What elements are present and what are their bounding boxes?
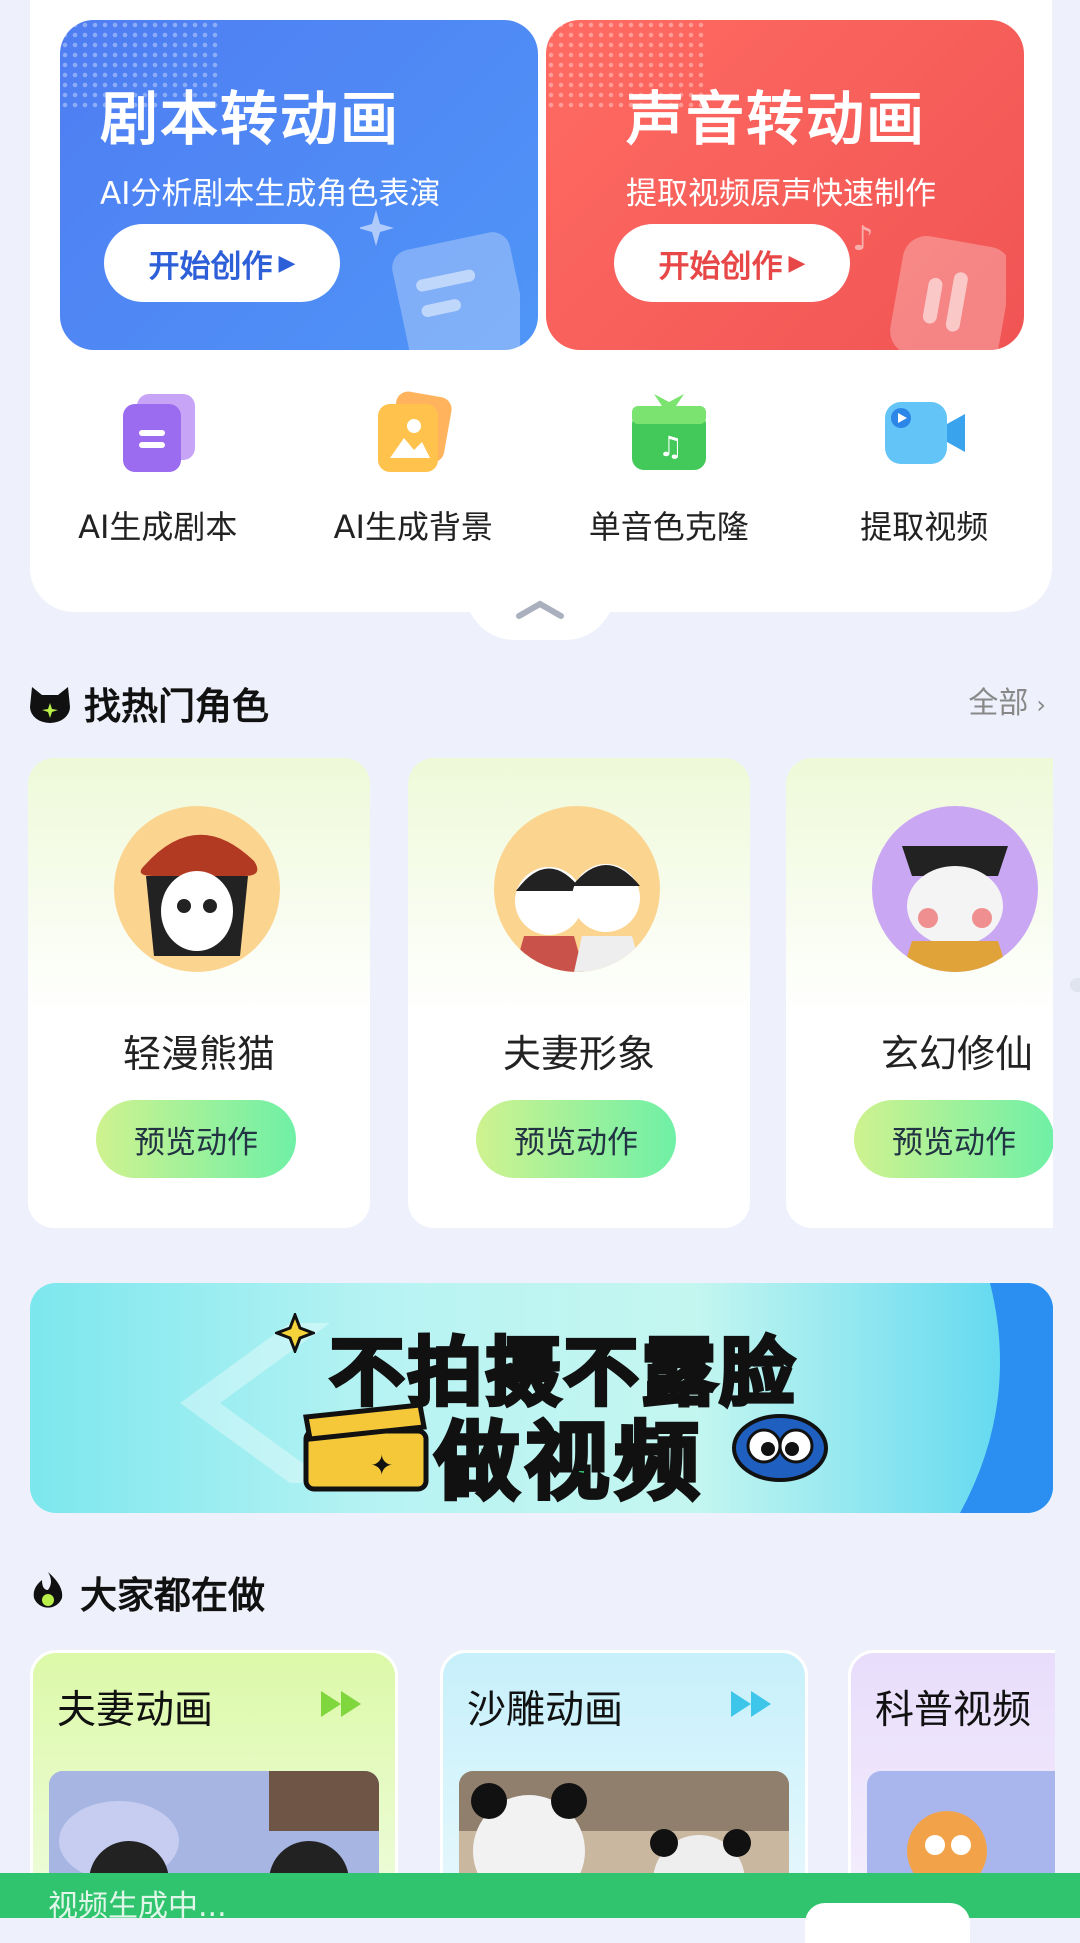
chevron-up-icon[interactable] xyxy=(515,598,565,620)
work-card[interactable]: 夫妻动画 xyxy=(30,1650,398,1875)
svg-text:♫: ♫ xyxy=(658,430,683,463)
start-create-label: 开始创作 xyxy=(658,248,783,285)
bottom-action-button[interactable] xyxy=(805,1903,970,1943)
bottom-status-text: 视频生成中... xyxy=(48,1889,227,1924)
banner-subtitle: 提取视频原声快速制作 xyxy=(626,176,936,212)
bottom-status-bar[interactable]: 视频生成中... xyxy=(0,1873,1080,1943)
music-gift-icon: ♫ xyxy=(631,394,706,470)
document-icon xyxy=(360,210,520,350)
work-title: 科普视频 xyxy=(875,1688,1032,1733)
avatar xyxy=(114,806,280,972)
scroll-indicator xyxy=(1070,978,1080,992)
preview-action-button[interactable]: 预览动作 xyxy=(96,1100,296,1178)
tool-extract-video[interactable]: 提取视频 xyxy=(797,388,1053,548)
view-all-label: 全部 xyxy=(968,686,1029,721)
roles-carousel[interactable]: 轻漫熊猫 预览动作 夫妻形象 预览动作 玄幻修仙 预览动作 xyxy=(28,758,1053,1230)
work-card[interactable]: 沙雕动画 xyxy=(440,1650,808,1875)
work-card[interactable]: 科普视频 xyxy=(848,1650,1055,1875)
flame-icon xyxy=(33,1572,63,1608)
tool-voice-clone[interactable]: ♫ 单音色克隆 xyxy=(541,388,797,548)
chevron-right-icon: › xyxy=(1036,691,1046,719)
preview-action-button[interactable]: 预览动作 xyxy=(476,1100,676,1178)
works-carousel[interactable]: 夫妻动画 沙雕动画 科普视频 xyxy=(30,1650,1055,1875)
image-icon xyxy=(378,391,452,472)
tool-ai-script[interactable]: AI生成剧本 xyxy=(30,388,286,548)
banner-subtitle: AI分析剧本生成角色表演 xyxy=(100,176,441,212)
section-header-roles: 找热门角色 xyxy=(28,676,269,730)
play-arrow-icon: ▶ xyxy=(278,250,296,276)
section-title: 找热门角色 xyxy=(84,685,269,728)
promo-banner[interactable]: ✦ 不拍摄不露脸 做视频 xyxy=(30,1283,1053,1513)
section-header-works: 大家都在做 xyxy=(28,1565,265,1619)
tool-label: AI生成剧本 xyxy=(78,508,238,546)
work-title: 沙雕动画 xyxy=(467,1688,624,1733)
view-all-link[interactable]: 全部 › xyxy=(968,678,1046,722)
role-name: 玄幻修仙 xyxy=(880,1032,1033,1076)
work-thumbnail xyxy=(867,1771,1055,1875)
promo-line-2: 做视频 xyxy=(433,1411,706,1513)
avatar xyxy=(872,806,1038,972)
svg-text:✦: ✦ xyxy=(370,1449,393,1482)
banner-audio-to-animation[interactable]: 声音转动画 提取视频原声快速制作 开始创作 ▶ ♪ xyxy=(546,20,1024,350)
tool-ai-background[interactable]: AI生成背景 xyxy=(286,388,542,548)
tool-label: AI生成背景 xyxy=(333,508,493,546)
banner-title: 剧本转动画 xyxy=(100,85,401,153)
avatar xyxy=(494,806,660,972)
audio-bars-icon: ♪ xyxy=(852,219,1006,350)
tool-label: 单音色克隆 xyxy=(588,508,749,546)
role-name: 夫妻形象 xyxy=(502,1032,655,1076)
cat-face-icon xyxy=(30,687,70,723)
work-title: 夫妻动画 xyxy=(57,1688,214,1733)
preview-action-button[interactable]: 预览动作 xyxy=(854,1100,1053,1178)
work-thumbnail xyxy=(49,1771,379,1875)
work-thumbnail xyxy=(459,1771,789,1875)
sparkle-icon xyxy=(275,1313,315,1353)
role-card[interactable]: 轻漫熊猫 预览动作 xyxy=(28,758,370,1228)
role-name: 轻漫熊猫 xyxy=(122,1032,275,1076)
tool-row: AI生成剧本 AI生成背景 ♫ 单音色克隆 提取视频 xyxy=(30,388,1052,548)
start-create-label: 开始创作 xyxy=(148,248,273,285)
svg-text:♪: ♪ xyxy=(852,219,874,259)
tool-label: 提取视频 xyxy=(860,508,989,546)
googly-eyes-icon xyxy=(732,1414,828,1482)
video-camera-icon xyxy=(885,402,966,464)
start-create-button[interactable]: 开始创作 ▶ xyxy=(614,224,850,302)
fast-forward-icon xyxy=(731,1691,771,1717)
banner-title: 声音转动画 xyxy=(626,85,927,153)
role-card[interactable]: 玄幻修仙 预览动作 xyxy=(786,758,1053,1228)
banner-script-to-animation[interactable]: 剧本转动画 AI分析剧本生成角色表演 开始创作 ▶ xyxy=(60,20,538,350)
role-card[interactable]: 夫妻形象 预览动作 xyxy=(408,758,750,1228)
play-arrow-icon: ▶ xyxy=(788,250,806,276)
script-icon xyxy=(122,394,195,472)
fast-forward-icon xyxy=(321,1691,361,1717)
section-title: 大家都在做 xyxy=(80,1574,265,1617)
start-create-button[interactable]: 开始创作 ▶ xyxy=(104,224,340,302)
